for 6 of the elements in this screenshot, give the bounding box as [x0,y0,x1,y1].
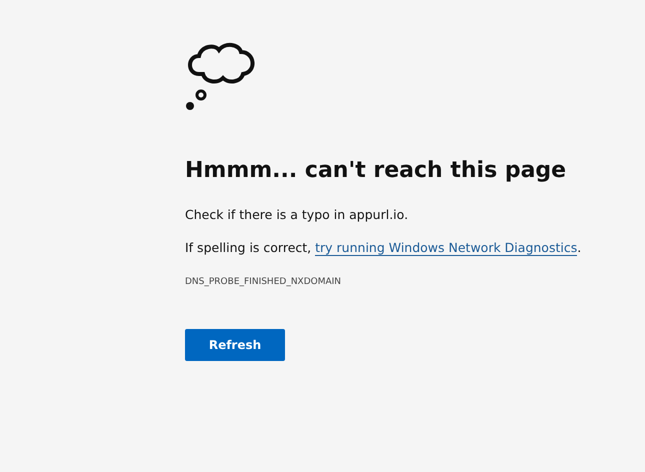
error-heading: Hmmm... can't reach this page [185,158,568,183]
diagnostics-link[interactable]: try running Windows Network Diagnostics [315,240,578,256]
refresh-button[interactable]: Refresh [185,329,285,361]
hint-text: Check if there is a typo in appurl.io. [185,207,410,222]
error-code: DNS_PROBE_FINISHED_NXDOMAIN [185,277,342,287]
suggestion-text: If spelling is correct, try running Windows Network Diagnostics. [185,240,582,255]
